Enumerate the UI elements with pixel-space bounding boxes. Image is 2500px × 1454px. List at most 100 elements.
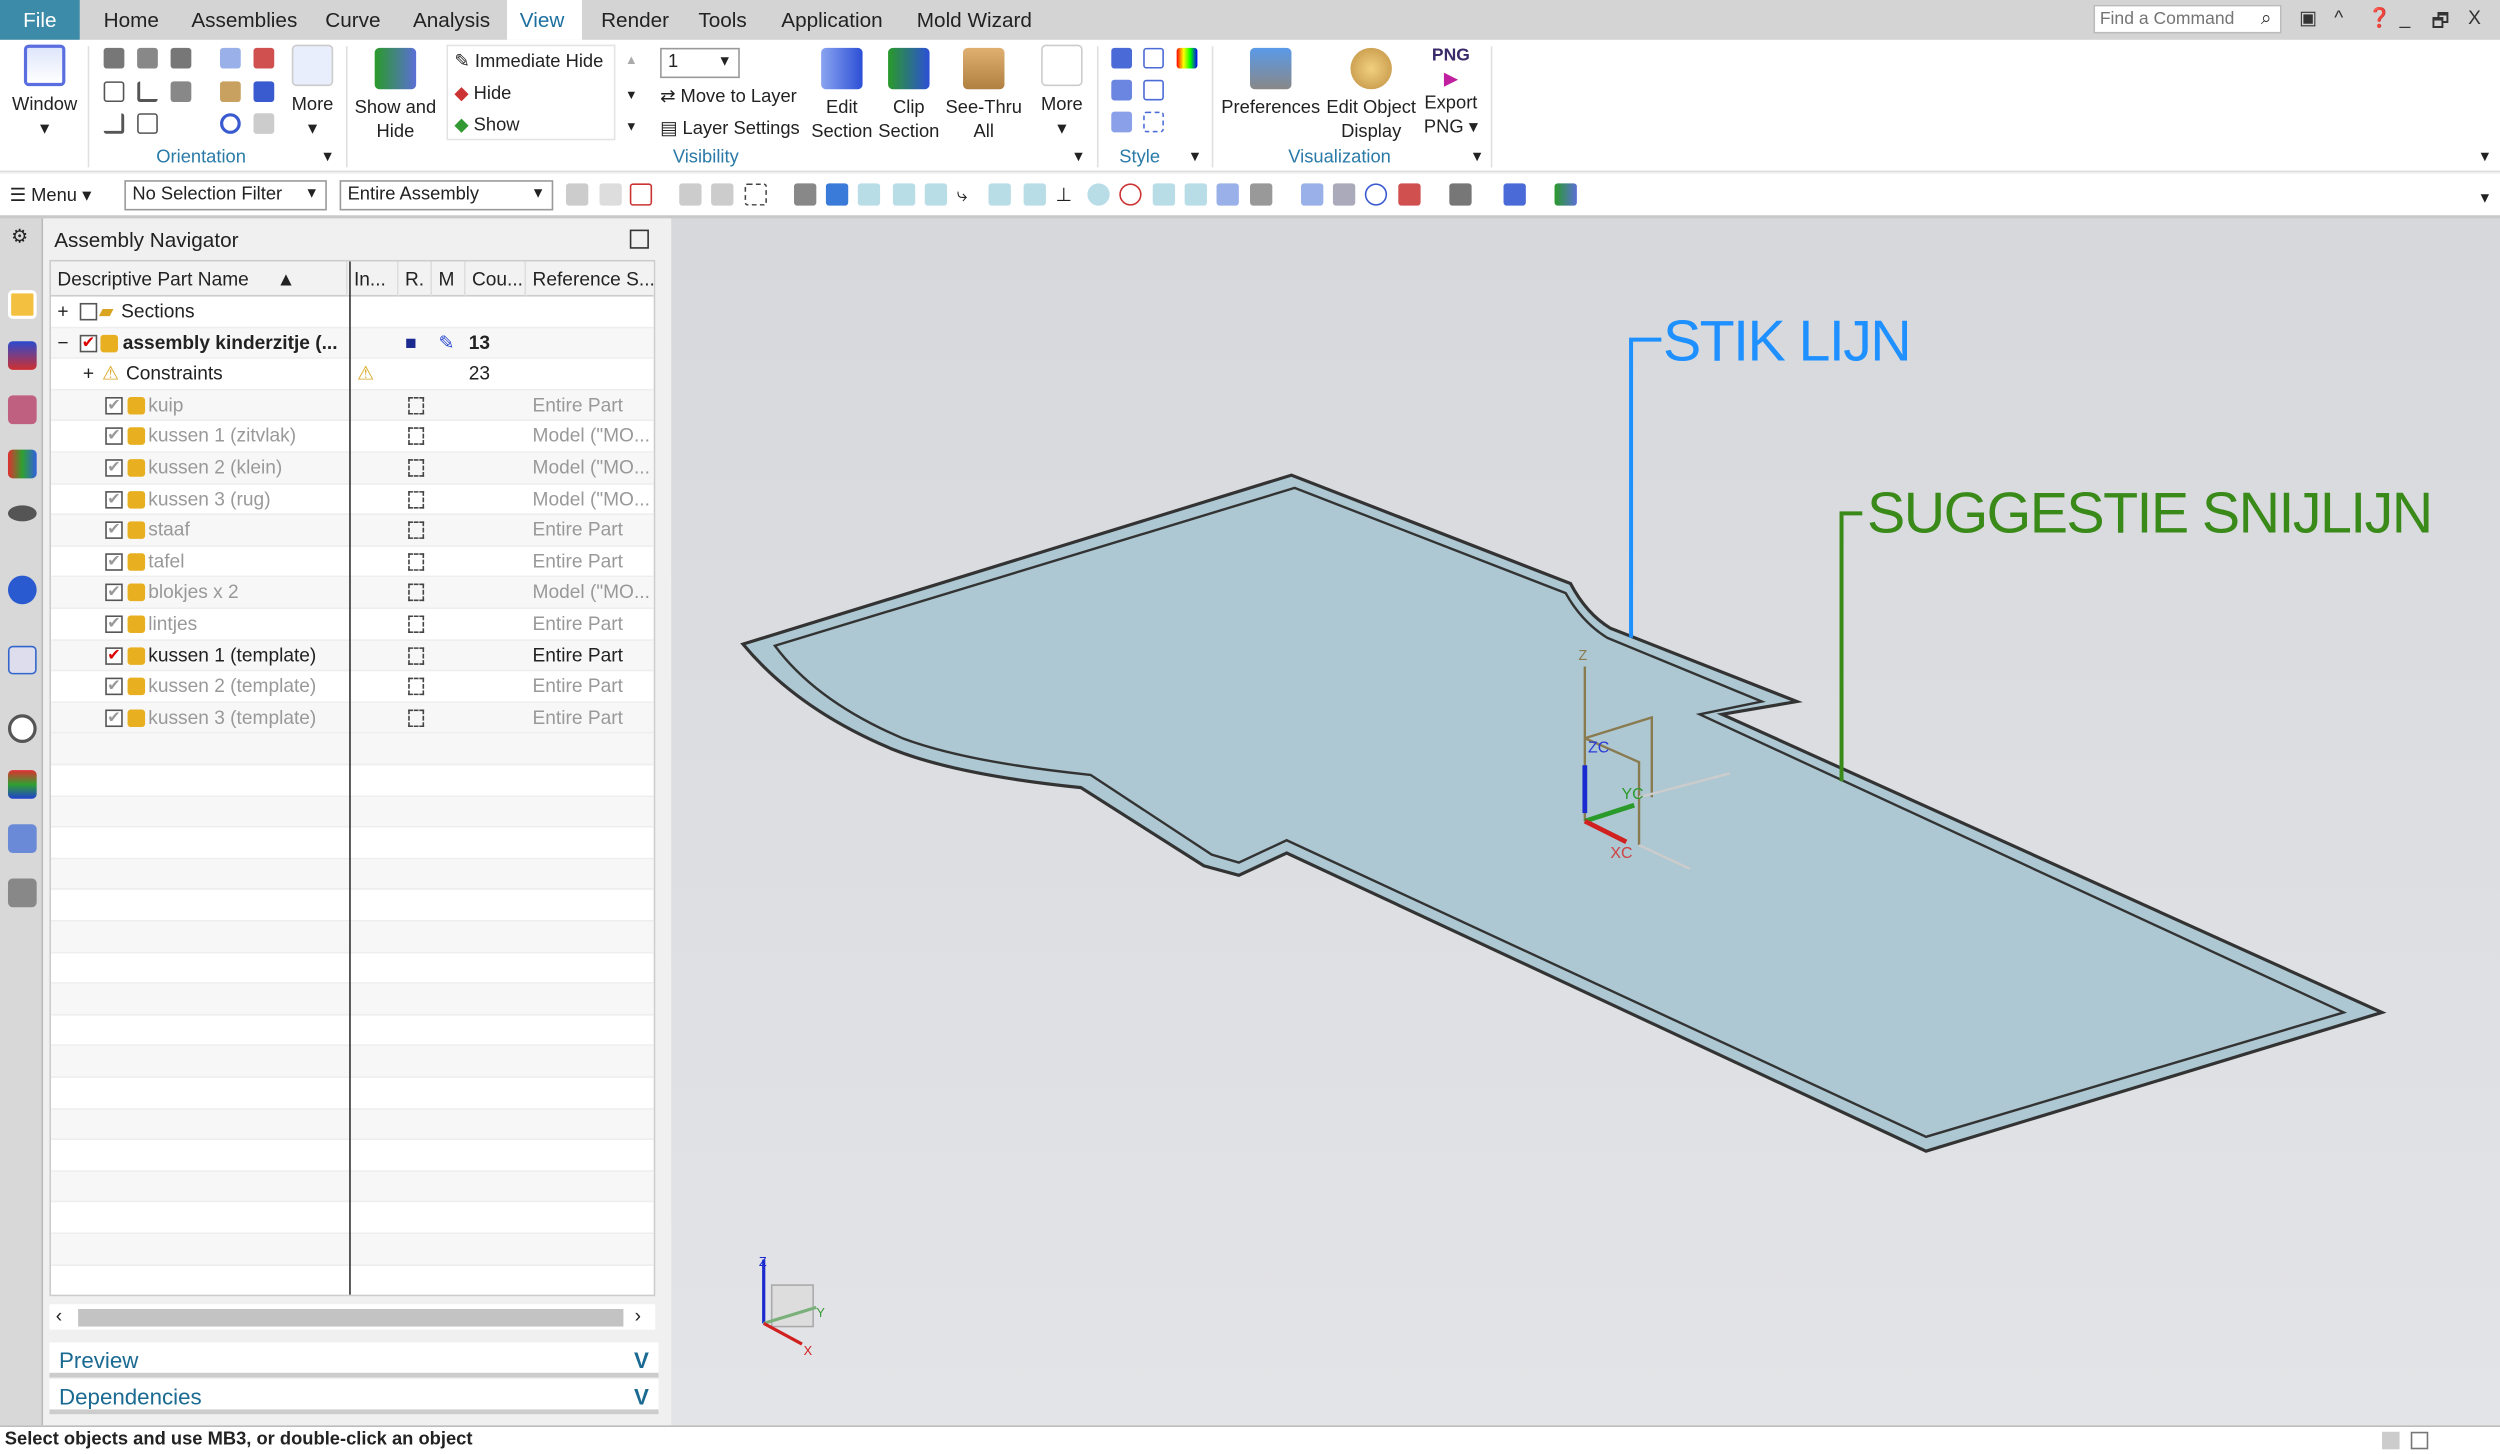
rotate-icon[interactable] (1364, 183, 1388, 206)
tree-row[interactable] (51, 1015, 654, 1047)
partial-shaded-icon[interactable] (1111, 111, 1133, 133)
move-to-layer-button[interactable]: ⇄ Move to Layer (660, 81, 797, 113)
pan-view-icon[interactable] (1332, 183, 1356, 206)
immediate-hide-button[interactable]: ✎ Immediate Hide (454, 46, 603, 78)
shaded-with-edges-icon[interactable] (1111, 47, 1133, 69)
tree-row[interactable] (51, 1203, 654, 1235)
tab-render[interactable]: Render (588, 0, 681, 40)
hide-button[interactable]: ◆ Hide (454, 78, 511, 110)
view-isometric-icon[interactable] (137, 47, 158, 69)
rotate-view-icon[interactable] (253, 81, 275, 103)
info-icon[interactable] (7, 575, 37, 605)
tree-row[interactable]: ✔ kussen 3 (rug) Model ("MO... (51, 484, 654, 516)
column-header-modified[interactable]: M (432, 261, 466, 297)
quadrant-icon[interactable] (1119, 183, 1142, 206)
view-bottom-icon[interactable] (170, 81, 192, 103)
close-icon[interactable]: X (2468, 6, 2481, 28)
snap-icon[interactable] (566, 183, 589, 206)
window-button[interactable]: Window ▾ (6, 44, 83, 142)
toolbar-options-icon[interactable]: ▼ (2478, 190, 2492, 206)
tree-row[interactable]: ✔ tafel Entire Part (51, 547, 654, 578)
feature-icon[interactable] (825, 183, 849, 206)
style-dropdown-icon[interactable]: ▼ (1188, 148, 1202, 164)
expand-icon[interactable]: + (57, 297, 68, 328)
render-style-icon[interactable] (1503, 183, 1526, 206)
tree-row[interactable] (51, 734, 654, 766)
view-front-icon[interactable] (103, 81, 125, 103)
deselect-icon[interactable] (711, 183, 734, 206)
checkbox[interactable]: ✔ (105, 709, 123, 727)
tree-row[interactable]: ✔ blokjes x 2 Model ("MO... (51, 577, 654, 610)
checkbox[interactable]: ✔ (105, 396, 123, 415)
eye-icon[interactable] (7, 505, 37, 522)
checkbox[interactable]: ✔ (105, 615, 123, 633)
tab-home[interactable]: Home (91, 0, 172, 40)
tree-row[interactable]: ✔ kuip Entire Part (51, 390, 654, 422)
tree-row[interactable]: + ⚠ Constraints ⚠ 23 (51, 359, 654, 391)
intersection-icon[interactable] (988, 183, 1011, 206)
tree-row[interactable]: ✔ kussen 2 (klein) Model ("MO... (51, 452, 654, 485)
tab-assemblies[interactable]: Assemblies (179, 0, 310, 40)
tab-tools[interactable]: Tools (686, 0, 760, 40)
column-header-count[interactable]: Cou... (465, 261, 527, 297)
preferences-button[interactable]: Preferences (1221, 47, 1320, 121)
preview-panel-header[interactable]: Preview V (49, 1342, 659, 1378)
tree-row[interactable] (51, 984, 654, 1016)
selection-scope-select[interactable]: Entire Assembly (339, 180, 554, 211)
gallery-scroll-up-icon[interactable]: ▲ (625, 53, 638, 67)
show-hide-toolbar-icon[interactable] (1554, 183, 1577, 206)
tree-row[interactable] (51, 1109, 654, 1141)
checkbox[interactable]: ✔ (79, 334, 98, 352)
body-icon[interactable] (794, 183, 817, 206)
visibility-dropdown-icon[interactable]: ▼ (1071, 148, 1085, 164)
tree-row[interactable]: ✔ kussen 1 (template) Entire Part (51, 640, 654, 672)
maximize-icon[interactable] (629, 229, 649, 249)
assembly-navigator-icon[interactable] (7, 290, 37, 319)
shaded-icon[interactable] (1111, 79, 1133, 101)
checkbox[interactable]: ✔ (105, 459, 123, 477)
end-point-icon[interactable] (892, 183, 916, 206)
pan-icon[interactable] (220, 81, 241, 103)
tab-mold-wizard[interactable]: Mold Wizard (904, 0, 1045, 40)
tree-row[interactable] (51, 765, 654, 797)
minimize-icon[interactable]: _ (2400, 6, 2411, 28)
checkbox[interactable] (79, 302, 98, 321)
full-screen-icon[interactable] (2410, 1431, 2429, 1450)
checkbox[interactable]: ✔ (105, 521, 123, 540)
horizontal-scrollbar[interactable]: ‹ › (49, 1304, 656, 1330)
scroll-right-icon[interactable]: › (635, 1304, 641, 1326)
column-header-reference-set[interactable]: Reference S... (526, 261, 654, 297)
expand-icon[interactable]: + (83, 359, 94, 390)
clip-section-button[interactable]: Clip Section (877, 47, 941, 145)
tree-row[interactable] (51, 953, 654, 985)
dependencies-panel-header[interactable]: Dependencies V (49, 1379, 659, 1415)
scrollbar-thumb[interactable] (78, 1309, 624, 1327)
point-on-face-icon[interactable] (1216, 183, 1239, 206)
find-command-input[interactable] (2093, 4, 2282, 34)
checkbox[interactable]: ✔ (105, 584, 123, 602)
select-icon[interactable] (679, 183, 702, 206)
search-icon[interactable]: ⌕ (2261, 6, 2272, 30)
roles-icon[interactable] (7, 824, 37, 854)
status-icon[interactable] (2382, 1431, 2400, 1450)
collapse-icon[interactable]: − (57, 328, 68, 359)
view-back-icon[interactable] (137, 113, 158, 134)
tree-row[interactable] (51, 859, 654, 891)
tree-row[interactable] (51, 1078, 654, 1110)
perpendicular-icon[interactable]: ⊥ (1055, 183, 1077, 205)
window-mode-icon[interactable]: ▣ (2299, 6, 2317, 28)
view-trimetric-icon[interactable] (103, 47, 125, 69)
spline-icon[interactable] (1023, 183, 1046, 206)
restore-view-icon[interactable] (253, 113, 275, 134)
gallery-scroll-down-icon[interactable]: ▼ (625, 88, 638, 102)
layer-settings-button[interactable]: ▤ Layer Settings (660, 113, 800, 145)
edit-section-button[interactable]: Edit Section (810, 47, 874, 145)
view-right-icon[interactable] (137, 81, 158, 103)
reuse-library-icon[interactable] (7, 449, 37, 479)
tree-row[interactable] (51, 921, 654, 953)
tab-view[interactable]: View (507, 0, 582, 40)
zoom-region-icon[interactable] (1398, 183, 1421, 206)
tree-row[interactable] (51, 890, 654, 922)
tree-row[interactable]: − ✔ assembly kinderzitje (... ■ ✎ 13 (51, 327, 654, 360)
orientation-more-button[interactable]: More ▾ (287, 44, 338, 142)
